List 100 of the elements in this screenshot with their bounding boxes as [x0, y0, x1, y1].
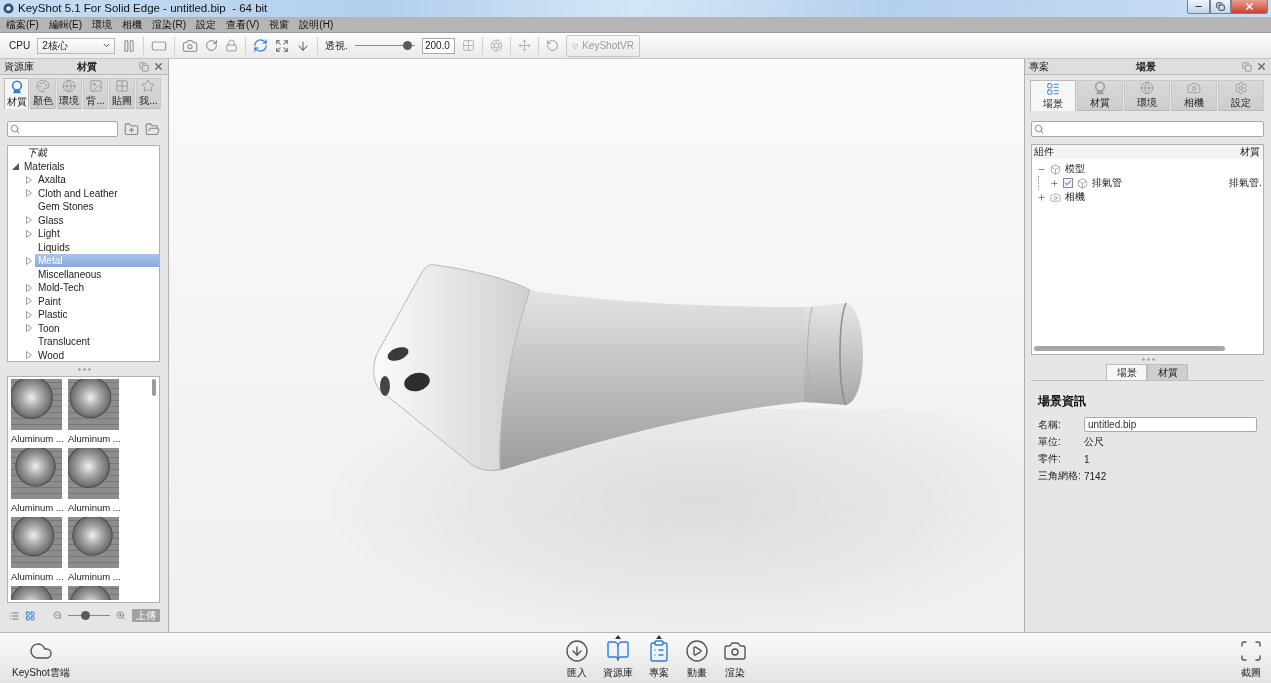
screenshot-button[interactable]: 截圖 — [1239, 633, 1263, 683]
tree-item[interactable]: Liquids — [35, 240, 159, 254]
render-viewport[interactable] — [168, 59, 1025, 632]
menu-item[interactable]: 查看(V) — [226, 17, 260, 32]
zoom-out-icon[interactable] — [52, 610, 63, 621]
menu-item[interactable]: 相機 — [122, 17, 143, 32]
scrollbar-thumb[interactable] — [152, 379, 156, 396]
library-tab[interactable]: 顏色 — [30, 78, 56, 109]
tree-item[interactable]: Paint — [35, 294, 159, 308]
library-tab[interactable]: 材質 — [4, 78, 30, 109]
tree-item[interactable]: Glass — [35, 213, 159, 227]
expand-icon[interactable] — [275, 38, 290, 53]
rotate-left-icon[interactable] — [545, 39, 559, 52]
expand-icon[interactable] — [1037, 192, 1046, 202]
scene-item[interactable]: 排氣管 — [1092, 176, 1225, 190]
library-tab[interactable]: 貼圖 — [109, 78, 135, 109]
cloud-button[interactable]: KeyShot雲端 — [12, 633, 70, 683]
collapsed-arrow-icon[interactable] — [26, 175, 32, 184]
expand-icon[interactable] — [1050, 178, 1059, 188]
grip-icon[interactable] — [1141, 358, 1155, 361]
project-tab[interactable]: 環境 — [1124, 80, 1170, 111]
collapsed-arrow-icon[interactable] — [26, 351, 32, 360]
collapsed-arrow-icon[interactable] — [26, 324, 32, 333]
lock-icon[interactable] — [225, 39, 239, 52]
project-tab[interactable]: 材質 — [1077, 80, 1123, 111]
grip-icon[interactable] — [77, 367, 91, 371]
cpu-select[interactable]: 2核心 — [37, 37, 116, 54]
visibility-checkbox[interactable] — [1063, 178, 1073, 188]
project-tab[interactable]: 場景 — [1030, 80, 1076, 111]
collapsed-arrow-icon[interactable] — [26, 283, 32, 292]
menu-item[interactable]: 檔案(F) — [6, 17, 39, 32]
tree-item[interactable]: Materials — [21, 159, 159, 173]
refresh-icon[interactable] — [253, 38, 269, 53]
material-thumbnail[interactable] — [11, 586, 62, 600]
float-window-icon[interactable] — [139, 61, 149, 72]
search-field[interactable] — [1031, 121, 1264, 137]
collapsed-arrow-icon[interactable] — [26, 229, 32, 238]
scene-item[interactable]: 模型 — [1065, 162, 1263, 176]
fov-input[interactable]: 200.0 — [421, 37, 455, 54]
collapsed-arrow-icon[interactable] — [26, 256, 32, 265]
grid-icon[interactable] — [461, 39, 475, 52]
project-tab[interactable]: 相機 — [1171, 80, 1217, 111]
tree-item[interactable]: Miscellaneous — [35, 267, 159, 281]
tree-item[interactable]: Toon — [35, 321, 159, 335]
material-thumbnail[interactable] — [11, 379, 62, 430]
folder-icon[interactable] — [145, 121, 160, 137]
pause-icon[interactable] — [122, 38, 137, 53]
collapsed-arrow-icon[interactable] — [26, 216, 32, 225]
collapsed-arrow-icon[interactable] — [26, 310, 32, 319]
dock-button[interactable]: 匯入 — [564, 633, 589, 683]
collapsed-arrow-icon[interactable] — [26, 189, 32, 198]
menu-item[interactable]: 設定 — [196, 17, 216, 32]
float-window-icon[interactable] — [1242, 61, 1252, 72]
project-tab[interactable]: 設定 — [1218, 80, 1264, 111]
close-button[interactable] — [1231, 0, 1268, 14]
material-thumbnail[interactable] — [68, 517, 119, 568]
tree-item[interactable]: Plastic — [35, 308, 159, 322]
dock-button[interactable]: 動畫 — [684, 633, 709, 683]
collapsed-arrow-icon[interactable] — [26, 297, 32, 306]
material-thumbnail[interactable] — [68, 586, 119, 600]
sub-tab[interactable]: 材質 — [1147, 364, 1188, 380]
menu-item[interactable]: 渲染(R) — [152, 17, 186, 32]
slider-thumb[interactable] — [403, 41, 413, 50]
menu-item[interactable]: 視窗 — [269, 17, 290, 32]
downloads-item[interactable]: 下載 — [24, 146, 159, 160]
restore-button[interactable] — [1210, 0, 1231, 14]
tree-item[interactable]: Translucent — [35, 335, 159, 349]
column-header[interactable]: 組件 — [1034, 145, 1054, 159]
tree-item[interactable]: Light — [35, 227, 159, 241]
material-thumbnail[interactable] — [68, 448, 119, 499]
rotate-icon[interactable] — [205, 39, 219, 52]
aperture-icon[interactable] — [489, 39, 503, 52]
tree-item[interactable]: Mold-Tech — [35, 281, 159, 295]
close-icon[interactable] — [1256, 61, 1267, 72]
material-thumbnail[interactable] — [68, 379, 119, 430]
tree-item[interactable]: Cloth and Leather — [35, 186, 159, 200]
grid-view-icon[interactable] — [25, 609, 36, 622]
sub-tab[interactable]: 場景 — [1106, 364, 1147, 380]
exhaust-pipe-drawing[interactable] — [372, 262, 864, 474]
menu-item[interactable]: 環境 — [92, 17, 113, 32]
scene-item[interactable]: 相機 — [1065, 190, 1263, 204]
search-field[interactable] — [7, 121, 118, 137]
name-field[interactable]: untitled.bip — [1084, 417, 1257, 432]
tree-item[interactable]: Axalta — [35, 173, 159, 187]
expanded-arrow-icon[interactable] — [12, 162, 19, 170]
dock-button[interactable]: 資源庫 — [602, 633, 633, 683]
tree-item[interactable]: Wood — [35, 348, 159, 361]
dock-button[interactable]: 專案 — [646, 633, 671, 683]
menu-item[interactable]: 編輯(E) — [48, 17, 83, 32]
material-thumbnail[interactable] — [11, 517, 62, 568]
minimize-button[interactable] — [1187, 0, 1210, 14]
menu-item[interactable]: 說明(H) — [299, 17, 334, 32]
list-view-icon[interactable] — [9, 609, 20, 622]
camera-icon[interactable] — [182, 37, 199, 54]
close-icon[interactable] — [153, 61, 164, 72]
slider-thumb[interactable] — [81, 611, 90, 620]
dock-button[interactable]: 渲染 — [722, 633, 747, 683]
library-tab[interactable]: 環境 — [56, 78, 82, 109]
tree-item[interactable]: Gem Stones — [35, 200, 159, 214]
library-tab[interactable]: 背... — [83, 78, 109, 109]
